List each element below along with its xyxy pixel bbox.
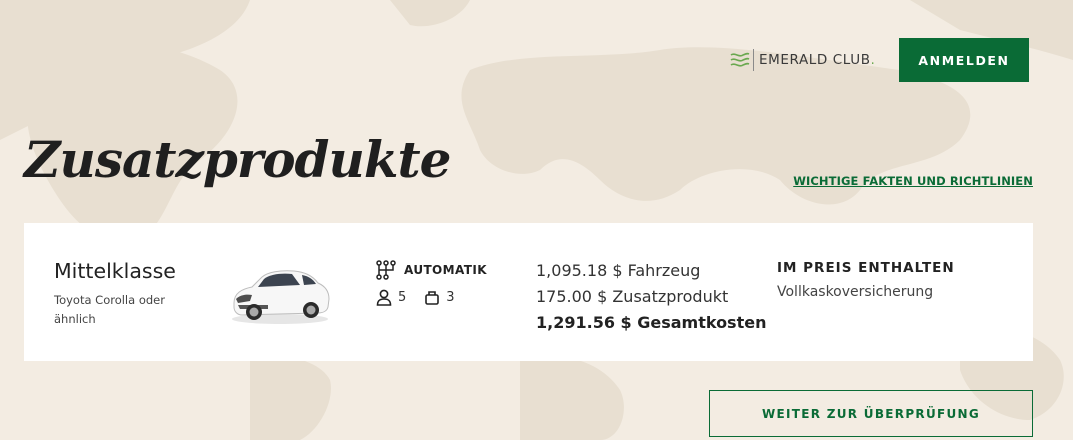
passenger-count: 5 bbox=[398, 290, 407, 305]
total-price: 1,291.56 $ Gesamtkosten bbox=[536, 313, 767, 332]
vehicle-model: Toyota Corolla oder ähnlich bbox=[54, 293, 165, 326]
transmission-label: AUTOMATIK bbox=[404, 263, 487, 277]
transmission-info: AUTOMATIK bbox=[376, 260, 487, 280]
included-heading: IM PREIS ENTHALTEN bbox=[777, 260, 955, 276]
included-in-price: IM PREIS ENTHALTEN Vollkaskoversicherung bbox=[777, 260, 955, 300]
vehicle-capacity: 5 3 bbox=[376, 289, 473, 306]
luggage-count: 3 bbox=[446, 290, 455, 305]
emerald-leaf-icon bbox=[730, 52, 750, 67]
important-facts-link[interactable]: WICHTIGE FAKTEN UND RICHTLINIEN bbox=[793, 174, 1033, 188]
vehicle-summary-card: Mittelklasse Toyota Corolla oder ähnlich… bbox=[24, 223, 1033, 361]
vehicle-class: Mittelklasse bbox=[54, 259, 176, 283]
gear-shift-icon bbox=[376, 260, 396, 280]
vehicle-price: 1,095.18 $ Fahrzeug bbox=[536, 261, 701, 280]
club-name: EMERALD CLUB bbox=[759, 52, 871, 68]
emerald-club-logo[interactable]: EMERALD CLUB. bbox=[730, 48, 875, 72]
luggage-icon bbox=[425, 291, 440, 305]
included-item: Vollkaskoversicherung bbox=[777, 284, 934, 300]
page-title: Zusatzprodukte bbox=[24, 130, 451, 189]
car-image bbox=[232, 270, 330, 324]
passenger-icon bbox=[376, 289, 392, 306]
continue-to-review-button[interactable]: WEITER ZUR ÜBERPRÜFUNG bbox=[709, 390, 1033, 437]
club-dot: . bbox=[870, 52, 875, 68]
addon-price: 175.00 $ Zusatzprodukt bbox=[536, 287, 729, 306]
logo-divider bbox=[753, 49, 754, 71]
signin-button[interactable]: ANMELDEN bbox=[899, 38, 1029, 82]
price-breakdown: 1,095.18 $ Fahrzeug 175.00 $ Zusatzprodu… bbox=[536, 258, 766, 336]
